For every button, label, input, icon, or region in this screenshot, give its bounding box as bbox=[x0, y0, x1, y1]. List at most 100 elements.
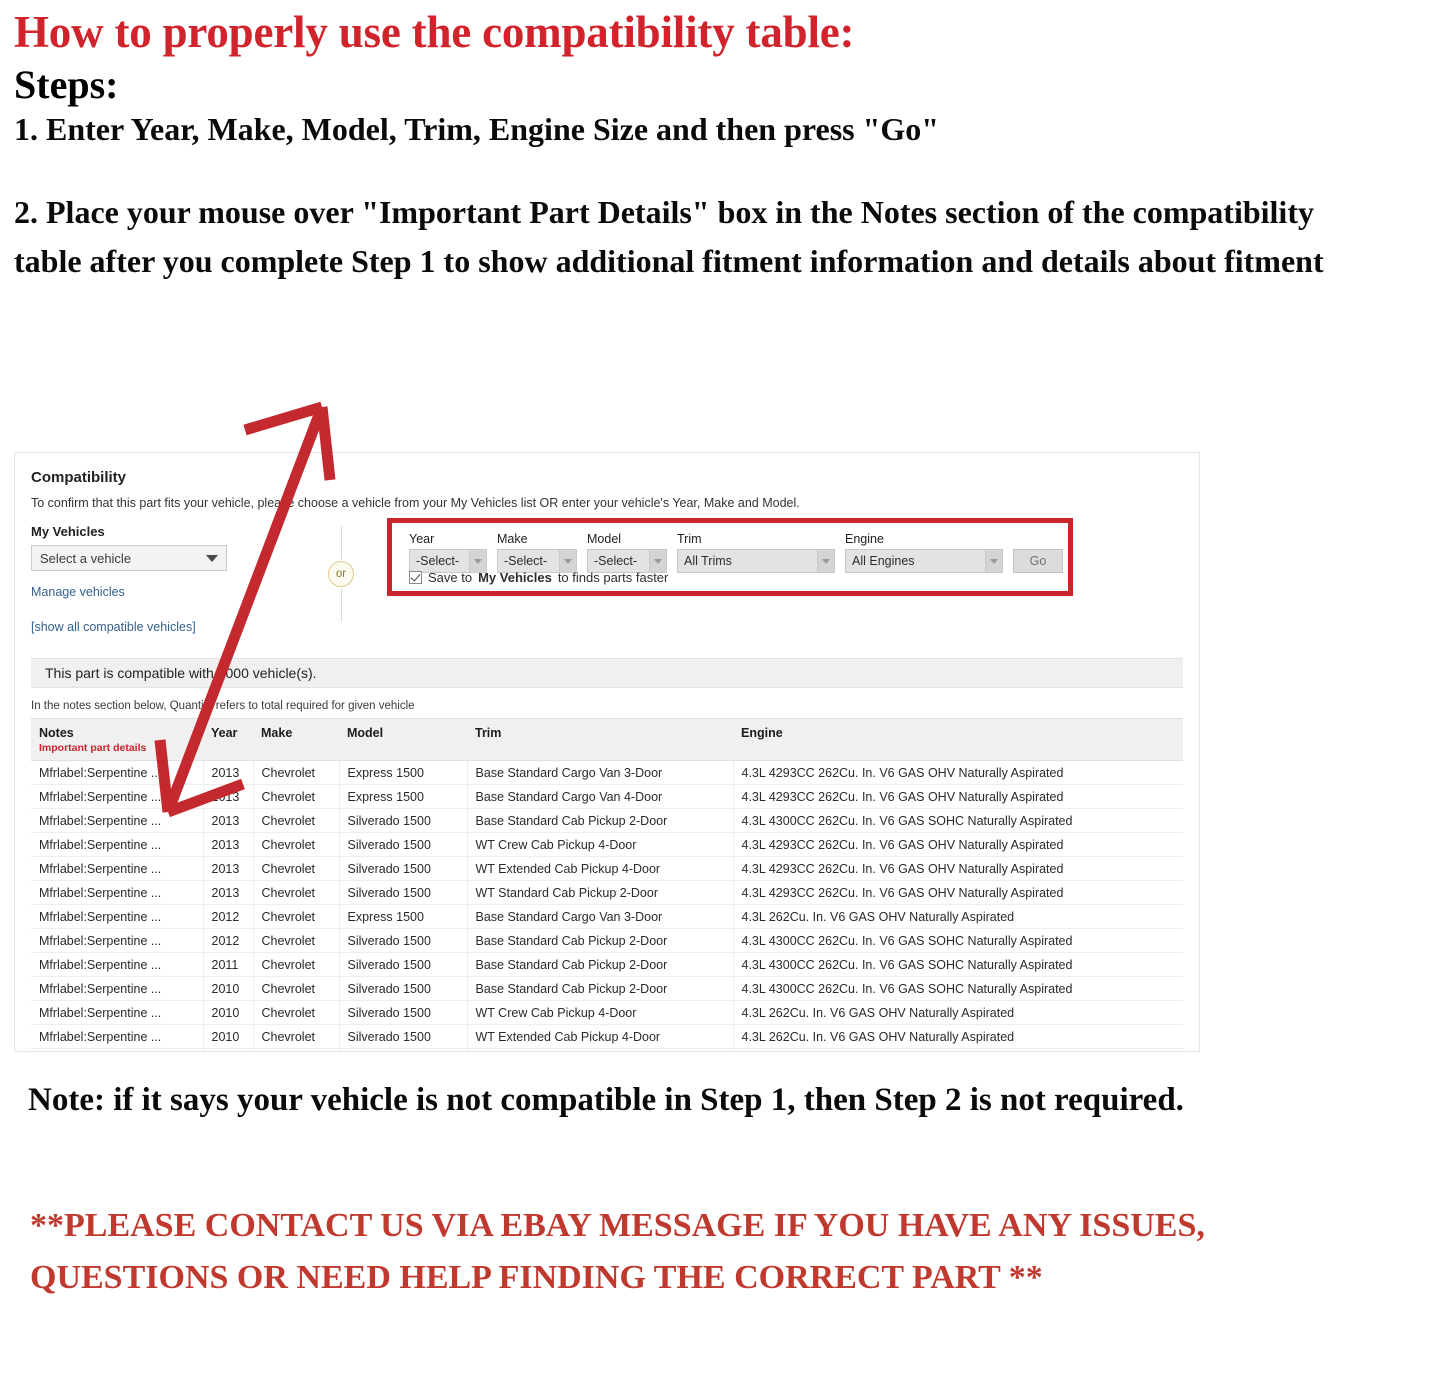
trim-dropdown-arrow-icon bbox=[817, 550, 834, 572]
page-title: How to properly use the compatibility ta… bbox=[14, 7, 855, 57]
steps-label: Steps: bbox=[14, 61, 119, 107]
instructions-block: How to properly use the compatibility ta… bbox=[14, 8, 1414, 287]
cell-model: Silverado 1500 bbox=[339, 856, 468, 881]
save-prefix-text: Save to bbox=[428, 570, 473, 585]
cell-model: Silverado 1500 bbox=[339, 1024, 468, 1049]
column-header-trim: Trim bbox=[467, 718, 733, 761]
table-header-row: Notes Important part details Year Make M… bbox=[31, 718, 1183, 761]
go-button[interactable]: Go bbox=[1013, 549, 1063, 573]
cell-year: 2013 bbox=[203, 880, 254, 905]
engine-label: Engine bbox=[845, 532, 884, 546]
cell-notes: Mfrlabel:Serpentine ... bbox=[31, 952, 204, 977]
cell-notes: Mfrlabel:Serpentine ... bbox=[31, 808, 204, 833]
trim-select-value: All Trims bbox=[684, 554, 732, 568]
cell-engine: 4.3L 4293CC 262Cu. In. V6 GAS OHV Natura… bbox=[733, 760, 1183, 785]
table-row: Mfrlabel:Serpentine ... 2013 Chevrolet Silv… bbox=[31, 832, 1183, 857]
cell-make: Chevrolet bbox=[253, 1000, 340, 1025]
cell-make: Chevrolet bbox=[253, 928, 340, 953]
cell-trim: WT Crew Cab Pickup 4-Door bbox=[467, 832, 734, 857]
year-field: Year -Select- bbox=[409, 532, 487, 573]
cell-engine: 4.3L 262Cu. In. V6 GAS OHV Naturally Asp… bbox=[733, 1000, 1183, 1025]
manage-vehicles-link[interactable]: Manage vehicles bbox=[31, 585, 291, 599]
table-row: Mfrlabel:Serpentine ...2010ChevroletSilv… bbox=[31, 1024, 1183, 1049]
vehicle-entry-area: My Vehicles Select a vehicle Manage vehi… bbox=[31, 518, 1183, 654]
compatibility-table-body: Mfrlabel:Serpentine ... 2013 Chevrolet Expr… bbox=[31, 760, 1183, 1051]
cell-model: Silverado 1500 bbox=[339, 1000, 468, 1025]
cell-trim: Base Standard Cab Pickup 2-Door bbox=[467, 928, 734, 953]
save-to-my-vehicles-checkbox[interactable] bbox=[409, 571, 422, 584]
year-label: Year bbox=[409, 532, 435, 546]
cell-notes: Mfrlabel:Serpentine ... bbox=[31, 880, 204, 905]
compatibility-panel: Compatibility To confirm that this part … bbox=[14, 452, 1200, 1052]
cell-trim: WT Crew Cab Pickup 4-Door bbox=[467, 1000, 734, 1025]
cell-notes: Mfrlabel:Serpentine ... bbox=[31, 1024, 204, 1049]
cell-trim: WT Extended Cab Pickup 4-Door bbox=[467, 856, 734, 881]
cell-engine: 4.3L 4293CC 262Cu. In. V6 GAS OHV Natura… bbox=[733, 784, 1183, 809]
cell-trim: Base Standard Cab Pickup 2-Door bbox=[467, 952, 734, 977]
cell-make: Chevrolet bbox=[253, 952, 340, 977]
note-text: Note: if it says your vehicle is not com… bbox=[28, 1082, 1184, 1118]
table-row: Mfrlabel:Serpentine ... 2013 Chevrolet Expr… bbox=[31, 760, 1183, 785]
make-field: Make -Select- bbox=[497, 532, 577, 573]
cell-model: Express 1500 bbox=[339, 784, 468, 809]
cell-model: Silverado 1500 bbox=[339, 952, 468, 977]
cell-year: 2011 bbox=[203, 952, 254, 977]
cell-engine: 4.3L 262Cu. In. V6 GAS OHV Naturally Asp… bbox=[733, 1024, 1183, 1049]
save-suffix-text: to finds parts faster bbox=[557, 570, 669, 585]
table-row: Mfrlabel:Serpentine ...2010ChevroletSilv… bbox=[31, 1048, 1183, 1051]
cell-make: Chevrolet bbox=[253, 880, 340, 905]
show-all-compatible-vehicles-link[interactable]: [show all compatible vehicles] bbox=[31, 620, 291, 634]
cell-model: Silverado 1500 bbox=[339, 928, 468, 953]
cell-model: Silverado 1500 bbox=[339, 832, 468, 857]
table-row: Mfrlabel:Serpentine ... 2013 Chevrolet Silv… bbox=[31, 880, 1183, 905]
cell-engine: 4.3L 4300CC 262Cu. In. V6 GAS SOHC Natur… bbox=[733, 976, 1183, 1001]
engine-field: Engine All Engines bbox=[845, 532, 1003, 573]
cell-engine: 4.3L 4293CC 262Cu. In. V6 GAS OHV Natura… bbox=[733, 880, 1183, 905]
cell-year: 2013 bbox=[203, 856, 254, 881]
cell-trim: Base Standard Cab Pickup 2-Door bbox=[467, 976, 734, 1001]
save-to-my-vehicles-row[interactable]: Save to My Vehicles to finds parts faste… bbox=[409, 570, 668, 585]
column-header-notes-sublabel: Important part details bbox=[39, 742, 147, 754]
notes-quantity-hint: In the notes section below, Quantity ref… bbox=[31, 700, 415, 712]
cell-notes: Mfrlabel:Serpentine ... bbox=[31, 760, 204, 785]
cell-notes: Mfrlabel:Serpentine ... bbox=[31, 1048, 204, 1051]
save-bold-text: My Vehicles bbox=[478, 570, 552, 585]
cell-make: Chevrolet bbox=[253, 904, 340, 929]
my-vehicles-label: My Vehicles bbox=[31, 524, 105, 539]
table-row: Mfrlabel:Serpentine ... 2011 Chevrolet Silv… bbox=[31, 952, 1183, 977]
column-header-model: Model bbox=[339, 718, 467, 761]
table-row: Mfrlabel:Serpentine ... 2013 Chevrolet Silv… bbox=[31, 808, 1183, 833]
cell-year: 2010 bbox=[203, 976, 254, 1001]
column-header-notes: Notes Important part details bbox=[31, 718, 203, 761]
cell-year: 2010 bbox=[203, 1048, 254, 1051]
column-header-year: Year bbox=[203, 718, 253, 761]
column-header-notes-label: Notes bbox=[39, 726, 74, 740]
cell-year: 2012 bbox=[203, 904, 254, 929]
cell-notes: Mfrlabel:Serpentine ... bbox=[31, 904, 204, 929]
cell-notes: Mfrlabel:Serpentine ... bbox=[31, 832, 204, 857]
cell-notes: Mfrlabel:Serpentine ... bbox=[31, 1000, 204, 1025]
cell-year: 2013 bbox=[203, 784, 254, 809]
cell-make: Chevrolet bbox=[253, 832, 340, 857]
engine-select[interactable]: All Engines bbox=[845, 549, 1003, 573]
make-dropdown-arrow-icon bbox=[559, 550, 576, 572]
cell-trim: Base Standard Cargo Van 4-Door bbox=[467, 784, 734, 809]
my-vehicles-select[interactable]: Select a vehicle bbox=[31, 545, 227, 571]
year-select-value: -Select- bbox=[416, 554, 460, 568]
cell-model: Silverado 1500 bbox=[339, 808, 468, 833]
or-badge: or bbox=[328, 561, 354, 587]
cell-trim: Base Standard Cargo Van 3-Door bbox=[467, 904, 734, 929]
engine-select-value: All Engines bbox=[852, 554, 915, 568]
chevron-down-icon bbox=[206, 555, 218, 562]
trim-select[interactable]: All Trims bbox=[677, 549, 835, 573]
table-row: Mfrlabel:Serpentine ...2010ChevroletSilv… bbox=[31, 1000, 1183, 1025]
model-field: Model -Select- bbox=[587, 532, 667, 573]
cell-year: 2012 bbox=[203, 928, 254, 953]
cell-trim: WT Standard Cab Pickup 2-Door bbox=[467, 880, 734, 905]
table-row: Mfrlabel:Serpentine ... 2013 Chevrolet Silv… bbox=[31, 856, 1183, 881]
table-row: Mfrlabel:Serpentine ... 2013 Chevrolet Expr… bbox=[31, 784, 1183, 809]
ymmte-form: Year -Select- Make -Select- Model -Selec… bbox=[409, 532, 1063, 573]
model-select-value: -Select- bbox=[594, 554, 638, 568]
cell-year: 2013 bbox=[203, 808, 254, 833]
engine-dropdown-arrow-icon bbox=[985, 550, 1002, 572]
